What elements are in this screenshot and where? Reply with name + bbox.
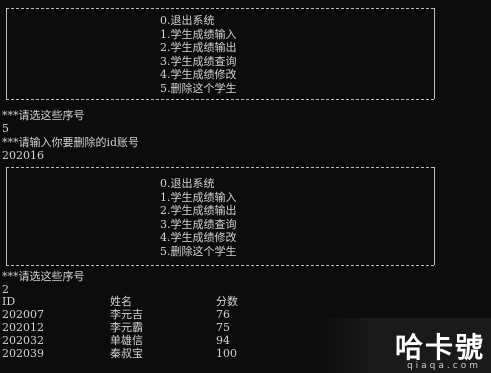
- menu-item-query: 3.学生成绩查询: [160, 54, 237, 68]
- menu-border-right-2: [434, 167, 435, 265]
- menu-item-modify: 4.学生成绩修改: [160, 231, 237, 244]
- cell-score: 94: [216, 334, 230, 347]
- menu-border-left-2: [6, 167, 7, 265]
- console-input-choice: 5: [2, 122, 9, 135]
- menu-item-delete: 5.删除这个学生: [160, 244, 237, 258]
- menu-item-input: 1.学生成绩输入: [160, 190, 237, 204]
- watermark-logo: 哈卡號 qiaqa.com: [318, 318, 491, 373]
- cell-name: 李元吉: [110, 308, 143, 321]
- cell-id: 202012: [2, 321, 44, 334]
- cell-id: 202007: [2, 308, 44, 321]
- menu-1: 0.退出系统 1.学生成绩输入 2.学生成绩输出 3.学生成绩查询 4.学生成绩…: [160, 14, 237, 95]
- table-header-id: ID: [2, 295, 16, 308]
- menu-item-output: 2.学生成绩输出: [160, 41, 237, 54]
- cell-name: 单雄信: [110, 334, 143, 347]
- menu-2: 0.退出系统 1.学生成绩输入 2.学生成绩输出 3.学生成绩查询 4.学生成绩…: [160, 177, 237, 258]
- menu-item-input: 1.学生成绩输入: [160, 27, 237, 41]
- console-prompt-id: ***请输入你要删除的id账号: [2, 136, 140, 149]
- menu-border-top-2: [6, 167, 434, 168]
- menu-item-output: 2.学生成绩输出: [160, 204, 237, 217]
- cell-id: 202039: [2, 347, 44, 360]
- table-header-score: 分数: [216, 295, 238, 308]
- menu-border-bottom-2: [6, 265, 434, 266]
- cell-score: 76: [216, 308, 230, 321]
- console-prompt-select: ***请选这些序号: [2, 109, 85, 122]
- menu-item-exit: 0.退出系统: [160, 14, 215, 27]
- menu-item-query: 3.学生成绩查询: [160, 217, 237, 231]
- console-prompt-select-2: ***请选这些序号: [2, 270, 85, 283]
- menu-item-modify: 4.学生成绩修改: [160, 68, 237, 81]
- watermark-text: 哈卡號: [394, 331, 485, 364]
- cell-name: 李元霸: [110, 321, 143, 334]
- menu-border-left-1: [6, 8, 7, 99]
- menu-item-delete: 5.删除这个学生: [160, 81, 237, 95]
- cell-score: 100: [216, 347, 237, 360]
- menu-border-bottom-1: [6, 99, 434, 100]
- console-input-id: 202016: [2, 149, 44, 162]
- cell-id: 202032: [2, 334, 44, 347]
- menu-item-exit: 0.退出系统: [160, 177, 215, 190]
- watermark-domain: qiaqa.com: [406, 361, 481, 371]
- menu-border-right-1: [434, 8, 435, 99]
- menu-border-top-1: [6, 8, 434, 9]
- cell-name: 秦叔宝: [110, 347, 143, 360]
- cell-score: 75: [216, 321, 230, 334]
- table-header-name: 姓名: [110, 295, 132, 308]
